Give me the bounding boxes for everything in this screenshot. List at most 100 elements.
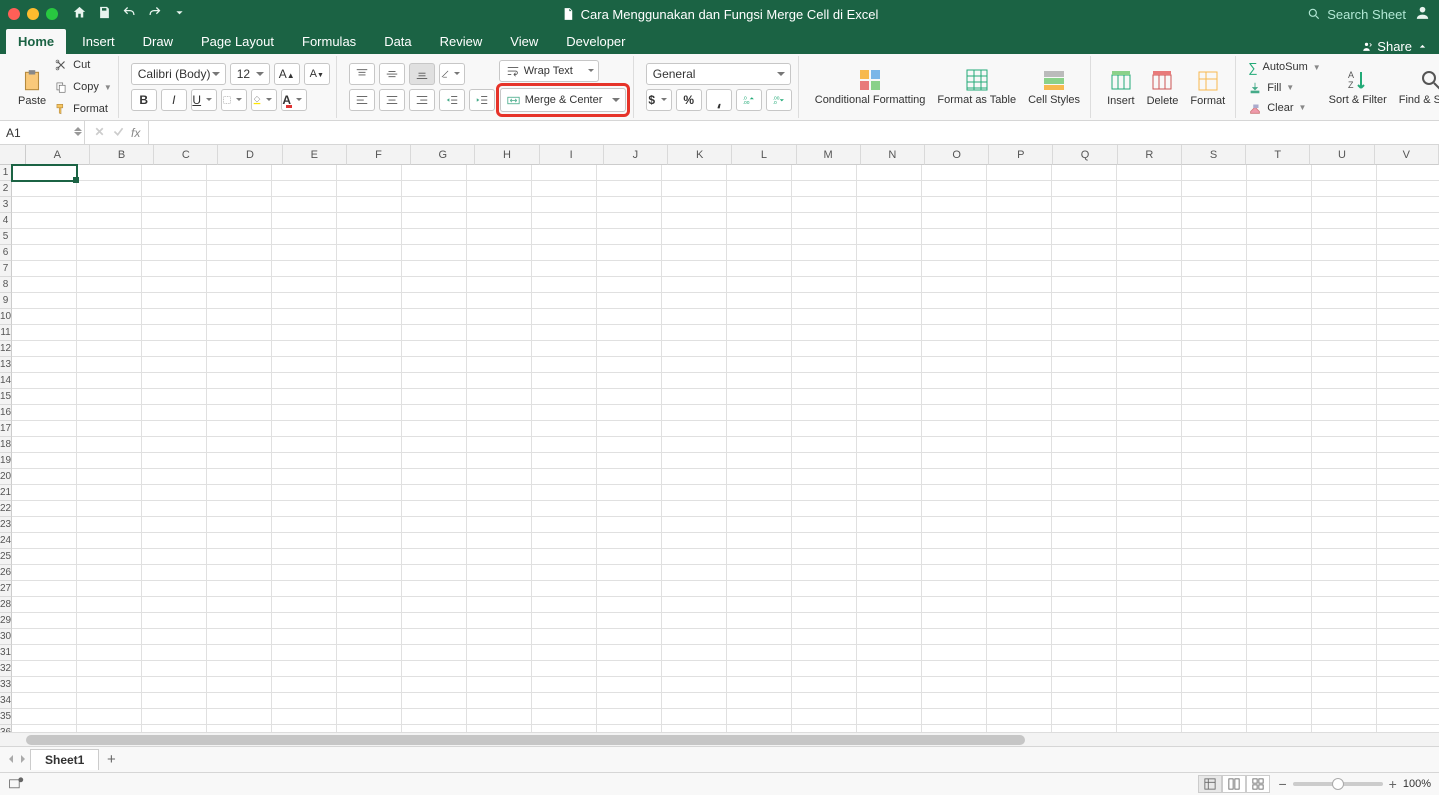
column-header[interactable]: T	[1246, 145, 1310, 165]
horizontal-scrollbar[interactable]	[0, 732, 1439, 746]
decrease-indent-button[interactable]	[439, 89, 465, 111]
row-header[interactable]: 15	[0, 389, 12, 405]
tab-page-layout[interactable]: Page Layout	[189, 29, 286, 54]
collapse-ribbon-icon[interactable]	[1416, 40, 1429, 53]
enter-formula-icon[interactable]	[112, 125, 125, 141]
row-header[interactable]: 29	[0, 613, 12, 629]
tab-formulas[interactable]: Formulas	[290, 29, 368, 54]
row-header[interactable]: 9	[0, 293, 12, 309]
fx-icon[interactable]: fx	[131, 126, 140, 140]
italic-button[interactable]: I	[161, 89, 187, 111]
qat-dropdown-icon[interactable]	[172, 5, 187, 23]
row-header[interactable]: 3	[0, 197, 12, 213]
sort-filter-button[interactable]: AZSort & Filter	[1325, 65, 1391, 108]
column-header[interactable]: B	[90, 145, 154, 165]
row-header[interactable]: 27	[0, 581, 12, 597]
row-header[interactable]: 17	[0, 421, 12, 437]
tab-insert[interactable]: Insert	[70, 29, 127, 54]
account-icon[interactable]	[1414, 4, 1431, 24]
merge-center-button[interactable]: Merge & Center	[500, 88, 626, 112]
align-left-button[interactable]	[349, 89, 375, 111]
formula-bar[interactable]	[149, 121, 1439, 144]
align-middle-button[interactable]	[379, 63, 405, 85]
find-select-button[interactable]: Find & Select	[1395, 65, 1439, 108]
column-header[interactable]: C	[154, 145, 218, 165]
row-header[interactable]: 23	[0, 517, 12, 533]
conditional-formatting-button[interactable]: Conditional Formatting	[811, 65, 930, 108]
column-header[interactable]: D	[218, 145, 282, 165]
increase-decimal-button[interactable]: .0.00	[736, 89, 762, 111]
row-header[interactable]: 31	[0, 645, 12, 661]
row-header[interactable]: 10	[0, 309, 12, 325]
column-header[interactable]: J	[604, 145, 668, 165]
row-header[interactable]: 2	[0, 181, 12, 197]
page-break-view-button[interactable]	[1246, 775, 1270, 793]
column-header[interactable]: L	[732, 145, 796, 165]
row-header[interactable]: 13	[0, 357, 12, 373]
row-header[interactable]: 32	[0, 661, 12, 677]
zoom-out-button[interactable]: −	[1278, 776, 1286, 792]
close-window-button[interactable]	[8, 8, 20, 20]
row-header[interactable]: 34	[0, 693, 12, 709]
decrease-decimal-button[interactable]: .00.0	[766, 89, 792, 111]
row-header[interactable]: 11	[0, 325, 12, 341]
column-header[interactable]: N	[861, 145, 925, 165]
wrap-text-button[interactable]: Wrap Text	[499, 60, 599, 82]
increase-indent-button[interactable]	[469, 89, 495, 111]
row-header[interactable]: 4	[0, 213, 12, 229]
align-center-button[interactable]	[379, 89, 405, 111]
row-header[interactable]: 25	[0, 549, 12, 565]
column-header[interactable]: A	[26, 145, 90, 165]
redo-icon[interactable]	[147, 5, 162, 23]
autosum-button[interactable]: ∑AutoSum ▼	[1248, 58, 1320, 77]
row-header[interactable]: 16	[0, 405, 12, 421]
column-header[interactable]: G	[411, 145, 475, 165]
column-header[interactable]: M	[797, 145, 861, 165]
row-header[interactable]: 7	[0, 261, 12, 277]
tab-draw[interactable]: Draw	[131, 29, 185, 54]
row-header[interactable]: 19	[0, 453, 12, 469]
maximize-window-button[interactable]	[46, 8, 58, 20]
column-header[interactable]: P	[989, 145, 1053, 165]
column-header[interactable]: U	[1310, 145, 1374, 165]
column-header[interactable]: V	[1375, 145, 1439, 165]
row-header[interactable]: 28	[0, 597, 12, 613]
tab-view[interactable]: View	[498, 29, 550, 54]
column-header[interactable]: I	[540, 145, 604, 165]
sheet-next-icon[interactable]	[18, 753, 28, 767]
row-header[interactable]: 12	[0, 341, 12, 357]
number-format-select[interactable]: General	[646, 63, 791, 85]
align-bottom-button[interactable]	[409, 63, 435, 85]
format-painter-button[interactable]: Format	[54, 100, 112, 118]
decrease-font-button[interactable]: A▼	[304, 63, 330, 85]
tab-home[interactable]: Home	[6, 29, 66, 54]
add-sheet-button[interactable]: +	[101, 750, 121, 770]
column-header[interactable]: S	[1182, 145, 1246, 165]
font-name-select[interactable]: Calibri (Body)	[131, 63, 226, 85]
percent-format-button[interactable]: %	[676, 89, 702, 111]
align-top-button[interactable]	[349, 63, 375, 85]
column-header[interactable]: K	[668, 145, 732, 165]
bold-button[interactable]: B	[131, 89, 157, 111]
home-icon[interactable]	[72, 5, 87, 23]
share-button[interactable]: Share	[1360, 39, 1412, 54]
page-layout-view-button[interactable]	[1222, 775, 1246, 793]
row-header[interactable]: 21	[0, 485, 12, 501]
tab-review[interactable]: Review	[428, 29, 495, 54]
zoom-slider[interactable]	[1293, 782, 1383, 786]
paste-button[interactable]: Paste	[14, 66, 50, 109]
borders-button[interactable]	[221, 89, 247, 111]
row-header[interactable]: 35	[0, 709, 12, 725]
save-icon[interactable]	[97, 5, 112, 23]
cell-styles-button[interactable]: Cell Styles	[1024, 65, 1084, 108]
format-as-table-button[interactable]: Format as Table	[933, 65, 1020, 108]
zoom-value[interactable]: 100%	[1403, 778, 1431, 790]
row-header[interactable]: 8	[0, 277, 12, 293]
name-box[interactable]: A1	[0, 121, 85, 144]
clear-button[interactable]: Clear ▼	[1248, 99, 1320, 117]
align-right-button[interactable]	[409, 89, 435, 111]
row-header[interactable]: 26	[0, 565, 12, 581]
font-size-select[interactable]: 12	[230, 63, 270, 85]
insert-cells-button[interactable]: Insert	[1103, 66, 1139, 109]
zoom-in-button[interactable]: +	[1389, 776, 1397, 792]
